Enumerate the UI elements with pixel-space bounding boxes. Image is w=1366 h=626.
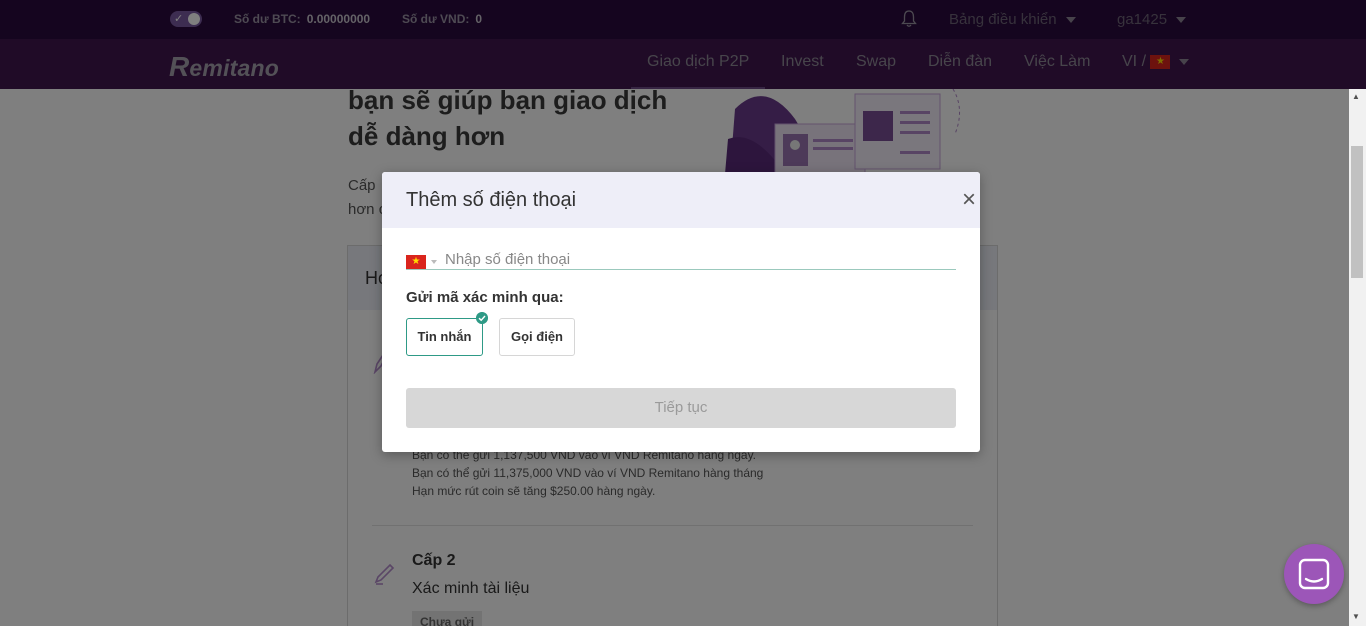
scroll-up-arrow-icon[interactable]: ▲ <box>1352 92 1360 101</box>
selected-check-icon <box>476 312 488 324</box>
chevron-down-icon[interactable] <box>431 260 437 264</box>
modal-header: Thêm số điện thoại <box>382 172 980 228</box>
chat-icon <box>1298 558 1330 590</box>
sms-option-button[interactable]: Tin nhắn <box>406 318 483 356</box>
scroll-down-arrow-icon[interactable]: ▼ <box>1352 612 1360 621</box>
phone-field: ★ <box>406 248 956 270</box>
chat-launcher-button[interactable] <box>1284 544 1344 604</box>
scrollbar-thumb[interactable] <box>1351 146 1363 278</box>
continue-button[interactable]: Tiếp tục <box>406 388 956 428</box>
send-code-label: Gửi mã xác minh qua: <box>406 289 564 306</box>
phone-number-input[interactable] <box>445 248 950 270</box>
call-option-button[interactable]: Gọi điện <box>499 318 575 356</box>
close-icon[interactable]: × <box>962 188 976 212</box>
modal-title: Thêm số điện thoại <box>406 189 577 211</box>
country-flag-icon[interactable]: ★ <box>406 255 426 269</box>
